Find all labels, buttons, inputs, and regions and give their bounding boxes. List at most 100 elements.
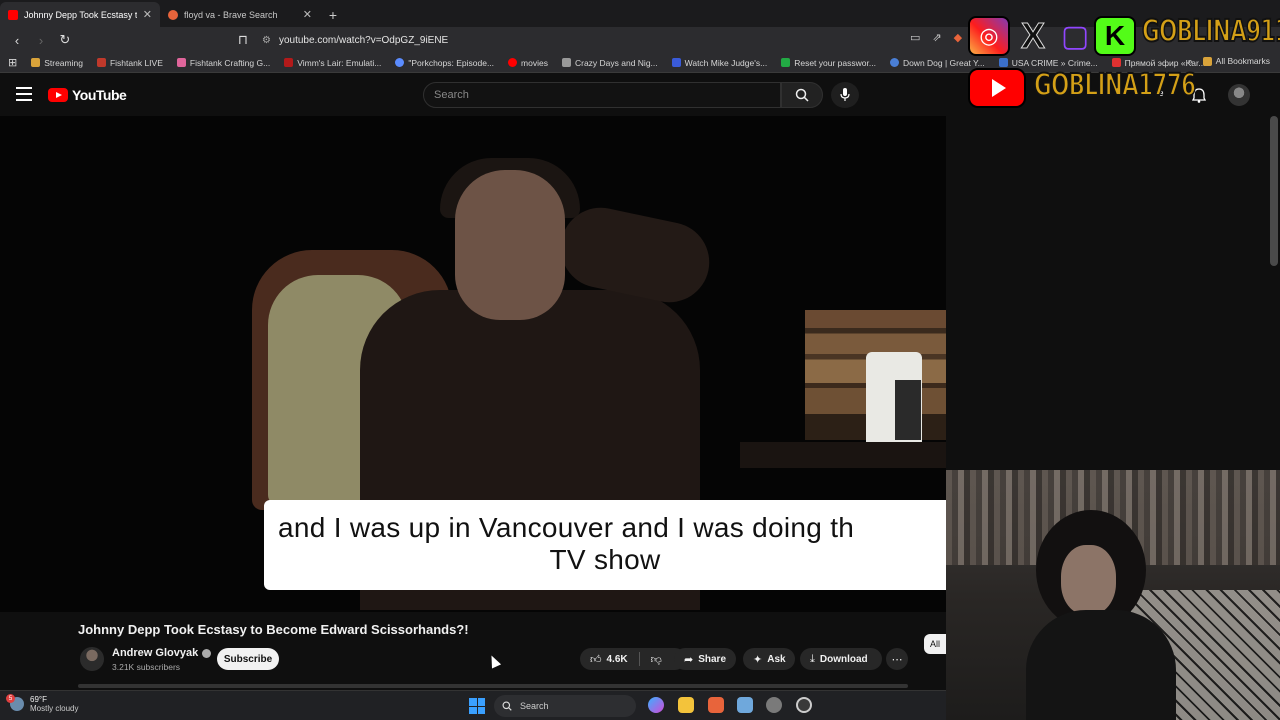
webcam-overlay	[946, 470, 1280, 720]
caption-line: and I was up in Vancouver and I was doin…	[278, 512, 855, 543]
forward-button[interactable]: ›	[32, 31, 50, 49]
search-input[interactable]: Search	[423, 82, 781, 108]
more-horizontal-icon: ⋯	[891, 653, 903, 666]
bookmark-page-icon[interactable]: ⊓	[234, 31, 252, 49]
bookmark-item[interactable]: Reset your passwor...	[781, 58, 876, 68]
youtube-play-icon	[48, 88, 68, 102]
verified-icon	[202, 648, 212, 658]
ask-button[interactable]: ✦ Ask	[743, 648, 795, 670]
weather-text: 69°F Mostly cloudy	[30, 695, 79, 713]
tab-brave-search[interactable]: floyd va - Brave Search ✕	[160, 2, 320, 27]
like-dislike-group: 👍︎ 4.6K 👎︎	[580, 648, 686, 670]
video-frame-table	[740, 442, 946, 468]
instagram-icon: ◎	[968, 16, 1010, 56]
voice-search-button[interactable]	[831, 82, 859, 108]
youtube-logo[interactable]: YouTube	[48, 87, 127, 103]
notification-badge: 5	[6, 694, 15, 703]
bookmark-favicon-icon	[284, 58, 294, 67]
bookmark-favicon-icon	[671, 58, 681, 67]
subscribe-button[interactable]: Subscribe	[217, 648, 279, 670]
video-info: Johnny Depp Took Ecstasy to Become Edwar…	[0, 612, 946, 690]
menu-icon[interactable]	[16, 87, 32, 101]
more-actions-button[interactable]: ⋯	[886, 648, 908, 670]
bookmark-item[interactable]: Crazy Days and Nig...	[561, 58, 658, 68]
url-field[interactable]: ⚙ youtube.com/watch?v=OdpGZ_9iENE	[262, 31, 962, 49]
bookmark-favicon-icon	[395, 58, 405, 67]
bookmark-item[interactable]: Watch Mike Judge's...	[671, 58, 767, 68]
x-icon: X	[1020, 15, 1045, 57]
page-scrollbar[interactable]	[1270, 116, 1278, 266]
filter-chip-all[interactable]: All	[924, 634, 946, 654]
microphone-icon	[840, 88, 850, 101]
apps-grid-icon[interactable]: ⊞	[8, 56, 17, 69]
os-taskbar: 5 69°F Mostly cloudy Search	[0, 690, 946, 720]
streamer-handle: GOBLINA1776	[1033, 67, 1197, 104]
close-tab-icon[interactable]: ✕	[303, 8, 312, 21]
sparkle-icon: ✦	[753, 653, 763, 666]
youtube-favicon-icon	[508, 58, 518, 67]
url-text: youtube.com/watch?v=OdpGZ_9iENE	[278, 34, 449, 46]
weather-icon: 5	[6, 694, 24, 711]
bookmark-item[interactable]: Vimm's Lair: Emulati...	[284, 58, 381, 68]
caption-line: TV show	[549, 544, 661, 575]
bookmark-favicon-icon	[176, 58, 186, 67]
video-frame-mug-logo	[895, 380, 921, 440]
video-frame-person-head	[455, 170, 565, 320]
tab-title: Johnny Depp Took Ecstasy to	[24, 9, 137, 20]
channel-name[interactable]: Andrew Glovyak	[112, 647, 212, 659]
youtube-favicon-icon	[8, 9, 18, 20]
search-button[interactable]	[781, 82, 823, 108]
share-icon: ➦	[684, 653, 694, 666]
video-caption: and I was up in Vancouver and I was doin…	[264, 500, 946, 590]
like-icon[interactable]: 👍︎	[590, 653, 602, 666]
back-button[interactable]: ‹	[8, 31, 26, 49]
tab-title: floyd va - Brave Search	[184, 9, 278, 20]
bookmark-favicon-icon	[96, 58, 106, 67]
recommendations-column	[946, 116, 1280, 470]
bookmark-favicon-icon	[781, 58, 791, 67]
webcam-person-torso	[1026, 610, 1176, 720]
copilot-icon[interactable]	[648, 697, 664, 713]
site-info-icon[interactable]: ⚙	[262, 35, 271, 46]
taskbar-search[interactable]: Search	[494, 695, 636, 717]
bookmark-item[interactable]: Streaming	[31, 58, 83, 68]
close-tab-icon[interactable]: ✕	[143, 8, 152, 21]
search-icon	[502, 701, 512, 711]
brave-shields-icon[interactable]: ◆	[954, 31, 962, 44]
brave-favicon-icon	[168, 9, 178, 20]
twitch-icon: ▢	[1060, 19, 1090, 53]
brave-browser-icon[interactable]	[708, 697, 724, 713]
file-explorer-icon[interactable]	[678, 697, 694, 713]
obs-icon[interactable]	[796, 697, 812, 713]
share-button[interactable]: ➦ Share	[674, 648, 736, 670]
webcam-person-face	[1061, 545, 1116, 615]
notepad-icon[interactable]	[737, 697, 753, 713]
description-box-edge	[78, 684, 908, 688]
tab-youtube-video[interactable]: Johnny Depp Took Ecstasy to ✕	[0, 2, 160, 27]
bookmark-favicon-icon	[561, 58, 571, 67]
kick-icon: K	[1094, 16, 1136, 56]
folder-icon	[31, 58, 41, 67]
bookmark-favicon-icon	[889, 58, 899, 67]
bookmark-item[interactable]: Fishtank Crafting G...	[176, 58, 270, 68]
windows-start-icon[interactable]	[469, 698, 485, 714]
bookmark-item[interactable]: "Porkchops: Episode...	[395, 58, 494, 68]
video-title: Johnny Depp Took Ecstasy to Become Edwar…	[78, 622, 469, 637]
bookmark-item[interactable]: Fishtank LIVE	[96, 58, 163, 68]
divider	[638, 652, 640, 666]
reload-button[interactable]: ↻	[56, 31, 74, 49]
settings-gear-icon[interactable]	[766, 697, 782, 713]
social-handles-overlay: ◎ X ▢ K GOBLINA911 GOBLINA1776	[968, 13, 1280, 110]
bookmark-item[interactable]: movies	[508, 58, 548, 68]
address-bar-actions: ▭ ⇗ ◆	[910, 31, 962, 44]
subscriber-count: 3.21K subscribers	[112, 662, 181, 672]
download-button[interactable]: ⤓ Download	[800, 648, 882, 670]
like-count[interactable]: 4.6K	[607, 654, 628, 665]
cast-icon[interactable]: ▭	[910, 31, 920, 44]
channel-avatar[interactable]	[80, 647, 104, 671]
dislike-icon[interactable]: 👎︎	[651, 653, 662, 666]
new-tab-button[interactable]: +	[320, 2, 346, 27]
weather-widget[interactable]: 5 69°F Mostly cloudy	[6, 694, 79, 713]
share-page-icon[interactable]: ⇗	[932, 31, 941, 44]
streamer-handle: GOBLINA911	[1141, 13, 1280, 50]
